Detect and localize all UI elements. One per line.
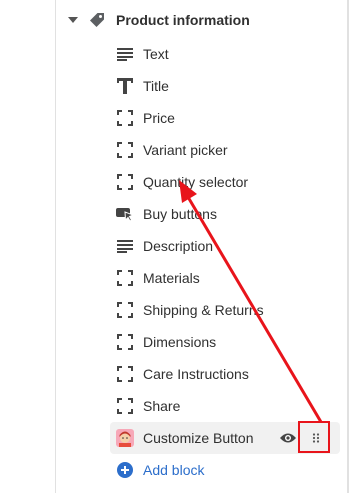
- annotation-arrow: [179, 180, 323, 423]
